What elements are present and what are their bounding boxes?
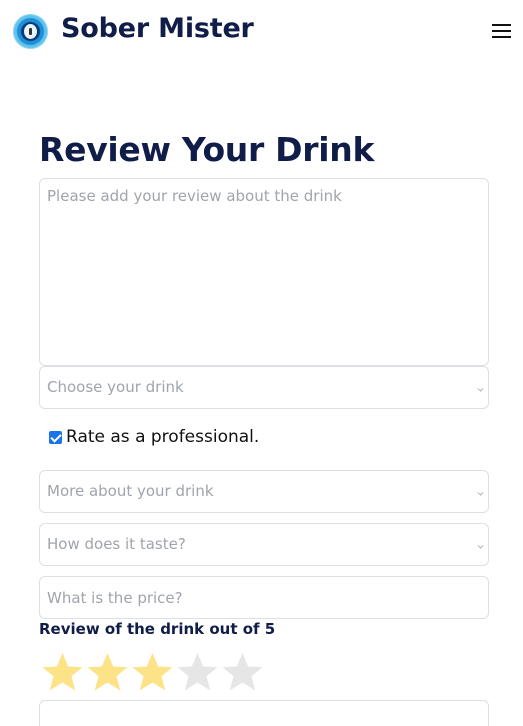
chevron-down-icon	[477, 385, 484, 392]
review-textarea[interactable]: Please add your review about the drink	[39, 178, 489, 366]
star-empty-icon[interactable]	[220, 650, 265, 695]
price-placeholder: What is the price?	[47, 589, 183, 607]
drink-select-placeholder: Choose your drink	[47, 378, 184, 396]
padlock-logo-icon[interactable]	[13, 14, 48, 49]
chevron-down-icon	[477, 489, 484, 496]
star-filled-icon[interactable]	[40, 650, 85, 695]
star-filled-icon[interactable]	[130, 650, 175, 695]
professional-checkbox-row[interactable]: Rate as a professional.	[49, 427, 259, 447]
price-input[interactable]: What is the price?	[39, 576, 489, 619]
drink-select[interactable]: Choose your drink	[39, 366, 489, 409]
more-about-drink-select[interactable]: More about your drink	[39, 470, 489, 513]
more-select-placeholder: More about your drink	[47, 482, 214, 500]
taste-select-placeholder: How does it taste?	[47, 535, 186, 553]
star-rating[interactable]	[40, 650, 265, 695]
hamburger-menu-icon[interactable]	[490, 22, 513, 40]
professional-checkbox-label[interactable]: Rate as a professional.	[66, 427, 259, 447]
review-placeholder: Please add your review about the drink	[47, 187, 342, 205]
taste-select[interactable]: How does it taste?	[39, 523, 489, 566]
rating-label: Review of the drink out of 5	[39, 620, 276, 638]
app-header: Sober Mister	[0, 0, 523, 66]
star-filled-icon[interactable]	[85, 650, 130, 695]
brand-name[interactable]: Sober Mister	[61, 13, 254, 44]
page-title: Review Your Drink	[39, 130, 375, 169]
additional-input[interactable]	[39, 700, 489, 726]
star-empty-icon[interactable]	[175, 650, 220, 695]
chevron-down-icon	[477, 542, 484, 549]
professional-checkbox[interactable]	[49, 430, 62, 444]
